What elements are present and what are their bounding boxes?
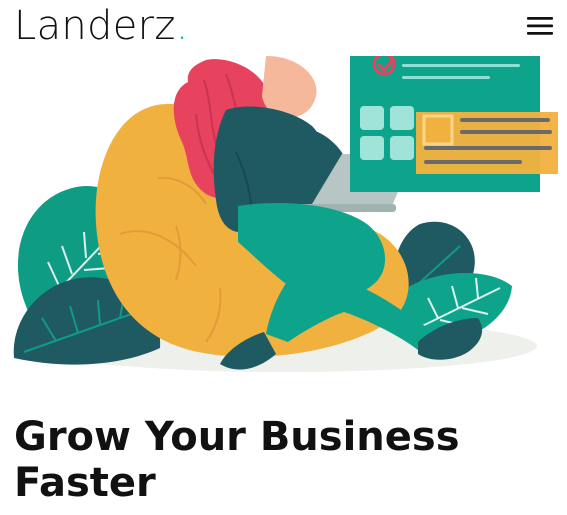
site-header: Landerz. (0, 0, 567, 56)
brand-logo-dot: . (175, 3, 189, 49)
brand-logo[interactable]: Landerz. (14, 0, 189, 52)
hamburger-icon (527, 17, 553, 35)
menu-button[interactable] (525, 11, 555, 41)
hero-headline: Grow Your Business Faster (14, 414, 460, 506)
woman-with-laptop-illustration (13, 52, 558, 372)
brand-logo-text: Landerz (14, 3, 176, 49)
hero-illustration (0, 52, 567, 386)
